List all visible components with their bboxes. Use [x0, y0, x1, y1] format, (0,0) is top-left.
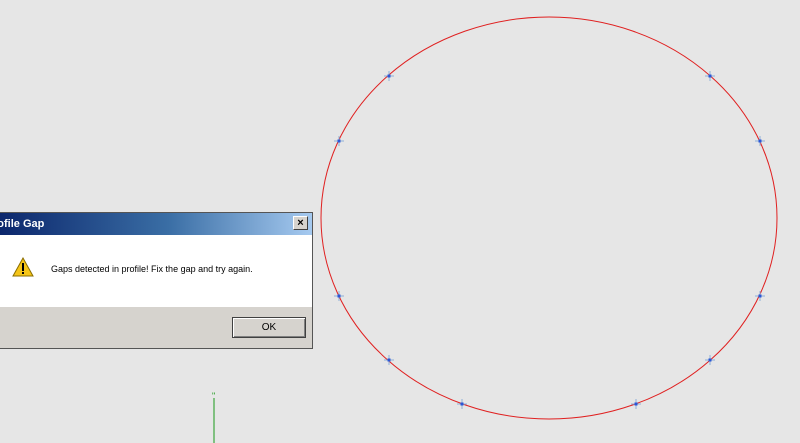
- control-point[interactable]: [384, 355, 394, 365]
- control-points: [334, 71, 765, 409]
- control-point[interactable]: [334, 136, 344, 146]
- green-line-label: ʺ: [212, 391, 215, 401]
- ok-button[interactable]: OK: [232, 317, 306, 338]
- close-button[interactable]: ×: [293, 216, 308, 230]
- dialog-body: Gaps detected in profile! Fix the gap an…: [0, 235, 312, 307]
- control-point[interactable]: [631, 399, 641, 409]
- control-point[interactable]: [755, 136, 765, 146]
- profile-gap-dialog: rofile Gap × Gaps detected in profile! F…: [0, 212, 313, 349]
- control-point[interactable]: [457, 399, 467, 409]
- dialog-title: rofile Gap: [0, 218, 45, 230]
- dialog-message: Gaps detected in profile! Fix the gap an…: [51, 264, 253, 274]
- control-point[interactable]: [334, 291, 344, 301]
- dialog-titlebar[interactable]: rofile Gap ×: [0, 213, 312, 235]
- warning-icon: [12, 257, 34, 277]
- control-point[interactable]: [755, 291, 765, 301]
- control-point[interactable]: [384, 71, 394, 81]
